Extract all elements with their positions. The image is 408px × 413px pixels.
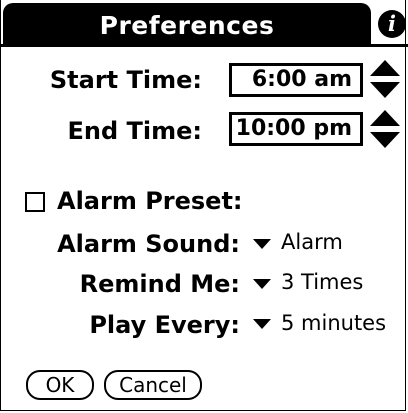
end-time-label: End Time: (67, 117, 203, 145)
play-every-select[interactable]: 5 minutes (281, 311, 386, 335)
remind-me-select[interactable]: 3 Times (281, 270, 363, 294)
alarm-preset-checkbox[interactable] (25, 192, 45, 212)
title-rule (0, 44, 408, 47)
decrement-arrow-icon[interactable] (370, 82, 400, 98)
ok-button[interactable]: OK (26, 370, 94, 400)
title-tab: Preferences (3, 3, 371, 46)
dropdown-arrow-icon[interactable] (253, 239, 271, 249)
dropdown-arrow-icon[interactable] (253, 279, 271, 289)
start-time-label: Start Time: (49, 66, 202, 94)
increment-arrow-icon[interactable] (370, 60, 400, 76)
info-icon[interactable]: i (378, 10, 406, 38)
cancel-button[interactable]: Cancel (104, 370, 202, 400)
play-every-label: Play Every: (89, 311, 240, 339)
decrement-arrow-icon[interactable] (370, 132, 400, 148)
end-time-field[interactable]: 10:00 pm (229, 112, 363, 146)
alarm-sound-select[interactable]: Alarm (281, 230, 343, 254)
alarm-sound-label: Alarm Sound: (57, 230, 240, 258)
title-bar: Preferences i (0, 0, 408, 47)
dialog-title: Preferences (99, 11, 275, 40)
start-time-stepper[interactable] (370, 60, 400, 100)
remind-me-label: Remind Me: (79, 270, 240, 298)
start-time-field[interactable]: 6:00 am (229, 63, 363, 97)
end-time-stepper[interactable] (370, 110, 400, 150)
alarm-preset-label[interactable]: Alarm Preset: (57, 187, 243, 215)
increment-arrow-icon[interactable] (370, 110, 400, 126)
dropdown-arrow-icon[interactable] (253, 319, 271, 329)
